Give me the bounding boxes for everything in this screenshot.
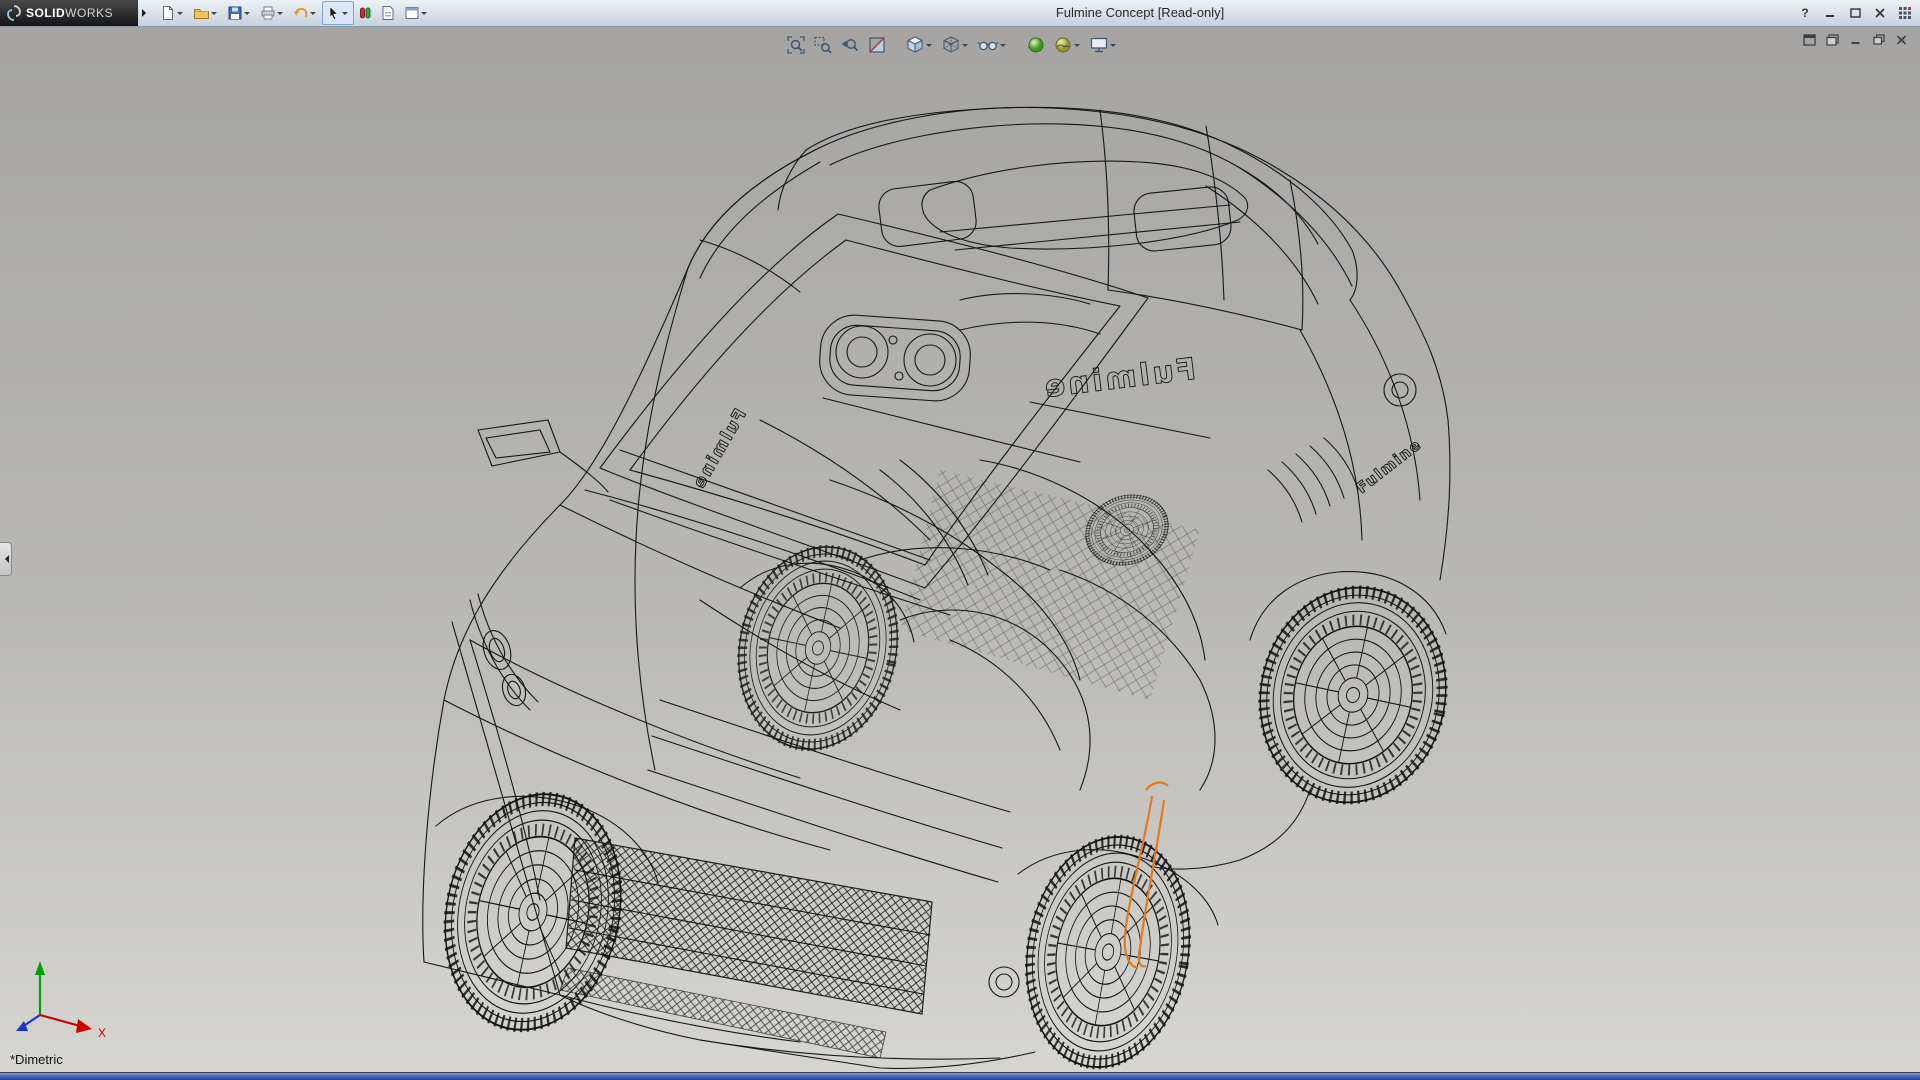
zoom-to-area-button[interactable] bbox=[811, 34, 835, 56]
triad-x-label: X bbox=[98, 1026, 106, 1039]
save-button[interactable] bbox=[223, 1, 256, 25]
model-badge-front: Fulmine bbox=[1040, 352, 1198, 406]
window-title: Fulmine Concept [Read-only] bbox=[1056, 0, 1224, 26]
help-button[interactable]: ? bbox=[1796, 4, 1814, 22]
section-view-icon bbox=[867, 35, 887, 55]
close-icon bbox=[1875, 8, 1885, 18]
save-icon bbox=[227, 5, 243, 21]
solidworks-window: SOLIDWORKS bbox=[0, 0, 1920, 1080]
hide-show-caret[interactable] bbox=[1000, 44, 1006, 50]
apply-scene-caret[interactable] bbox=[1074, 44, 1080, 50]
display-style-icon bbox=[941, 35, 961, 55]
print-icon bbox=[260, 5, 276, 21]
doc-minimize-icon bbox=[1850, 35, 1861, 45]
display-style-button[interactable] bbox=[939, 34, 972, 56]
open-dropdown-caret[interactable] bbox=[211, 12, 217, 18]
open-folder-icon bbox=[193, 5, 210, 21]
view-orientation-caret[interactable] bbox=[926, 44, 932, 50]
previous-view-icon bbox=[840, 35, 860, 55]
new-document-icon bbox=[160, 5, 176, 21]
apply-scene-icon bbox=[1053, 35, 1073, 55]
featuremanager-collapse-tab[interactable] bbox=[0, 542, 12, 576]
apply-scene-button[interactable] bbox=[1051, 34, 1084, 56]
zoom-to-fit-button[interactable] bbox=[784, 34, 808, 56]
new-document-button[interactable] bbox=[156, 1, 189, 25]
view-orientation-label: *Dimetric bbox=[10, 1052, 63, 1067]
undo-button[interactable] bbox=[289, 1, 322, 25]
doc-close-button[interactable] bbox=[1893, 32, 1910, 47]
model-badge-left: Fulmine bbox=[689, 406, 751, 494]
display-states-icon bbox=[358, 5, 372, 21]
undo-icon bbox=[293, 5, 309, 21]
window-menu-icon bbox=[1826, 34, 1839, 46]
model-badge-rear: Fulmine bbox=[1353, 435, 1425, 497]
print-dropdown-caret[interactable] bbox=[277, 12, 283, 18]
solidworks-logo: SOLIDWORKS bbox=[0, 0, 138, 26]
selected-edge-highlight[interactable] bbox=[1125, 783, 1168, 968]
brand-text: SOLIDWORKS bbox=[26, 6, 113, 20]
window-promote-icon bbox=[1803, 34, 1816, 46]
view-options-caret[interactable] bbox=[421, 12, 427, 18]
collapse-arrow-icon bbox=[1, 555, 9, 563]
maximize-button[interactable] bbox=[1846, 4, 1864, 22]
section-view-button[interactable] bbox=[865, 34, 889, 56]
save-dropdown-caret[interactable] bbox=[244, 12, 250, 18]
file-properties-button[interactable] bbox=[376, 1, 400, 25]
brand-light: WORKS bbox=[65, 6, 113, 20]
hide-show-items-button[interactable] bbox=[975, 34, 1010, 56]
help-icon: ? bbox=[1801, 6, 1808, 20]
view-settings-icon bbox=[1089, 35, 1109, 55]
close-button[interactable] bbox=[1871, 4, 1889, 22]
window-promote-button[interactable] bbox=[1801, 32, 1818, 47]
view-orientation-icon bbox=[905, 35, 925, 55]
view-options-button[interactable] bbox=[400, 1, 433, 25]
maximize-icon bbox=[1850, 8, 1861, 18]
zoom-to-area-icon bbox=[813, 35, 833, 55]
view-options-icon bbox=[404, 5, 420, 21]
edit-appearance-button[interactable] bbox=[1024, 34, 1048, 56]
open-button[interactable] bbox=[189, 1, 223, 25]
resources-grid-icon bbox=[1899, 7, 1911, 19]
menu-expand-arrow[interactable] bbox=[142, 9, 150, 17]
print-button[interactable] bbox=[256, 1, 289, 25]
display-style-caret[interactable] bbox=[962, 44, 968, 50]
view-settings-button[interactable] bbox=[1087, 34, 1120, 56]
status-strip bbox=[0, 1072, 1920, 1080]
undo-dropdown-caret[interactable] bbox=[310, 12, 316, 18]
zoom-to-fit-icon bbox=[786, 35, 806, 55]
minimize-button[interactable] bbox=[1821, 4, 1839, 22]
quick-access-toolbar bbox=[156, 0, 433, 26]
edit-appearance-icon bbox=[1026, 35, 1046, 55]
titlebar: SOLIDWORKS bbox=[0, 0, 1920, 27]
previous-view-button[interactable] bbox=[838, 34, 862, 56]
view-settings-caret[interactable] bbox=[1110, 44, 1116, 50]
model-wireframe-svg: Fulmine Fulmine Fulmine bbox=[0, 26, 1920, 1073]
minimize-icon bbox=[1825, 8, 1835, 18]
new-dropdown-caret[interactable] bbox=[177, 12, 183, 18]
doc-minimize-button[interactable] bbox=[1847, 32, 1864, 47]
doc-close-icon bbox=[1896, 35, 1907, 45]
window-controls: ? bbox=[1796, 0, 1914, 26]
display-states-button[interactable] bbox=[354, 1, 376, 25]
file-properties-icon bbox=[380, 5, 396, 21]
triad-x-axis bbox=[76, 1019, 92, 1033]
view-orientation-button[interactable] bbox=[903, 34, 936, 56]
resources-button[interactable] bbox=[1896, 4, 1914, 22]
hide-show-items-icon bbox=[977, 35, 999, 55]
triad-y-axis bbox=[35, 961, 45, 975]
window-menu-button[interactable] bbox=[1824, 32, 1841, 47]
3ds-swirl-icon bbox=[6, 5, 22, 21]
document-window-controls bbox=[1801, 32, 1910, 47]
brand-bold: SOLID bbox=[26, 6, 65, 20]
graphics-viewport[interactable]: Fulmine Fulmine Fulmine X *Dime bbox=[0, 26, 1920, 1073]
doc-restore-icon bbox=[1873, 34, 1885, 45]
select-button[interactable] bbox=[322, 1, 354, 25]
select-dropdown-caret[interactable] bbox=[342, 12, 348, 18]
headsup-view-toolbar bbox=[784, 34, 1120, 56]
doc-restore-button[interactable] bbox=[1870, 32, 1887, 47]
reference-triad: X bbox=[8, 953, 118, 1039]
select-cursor-icon bbox=[326, 5, 341, 21]
